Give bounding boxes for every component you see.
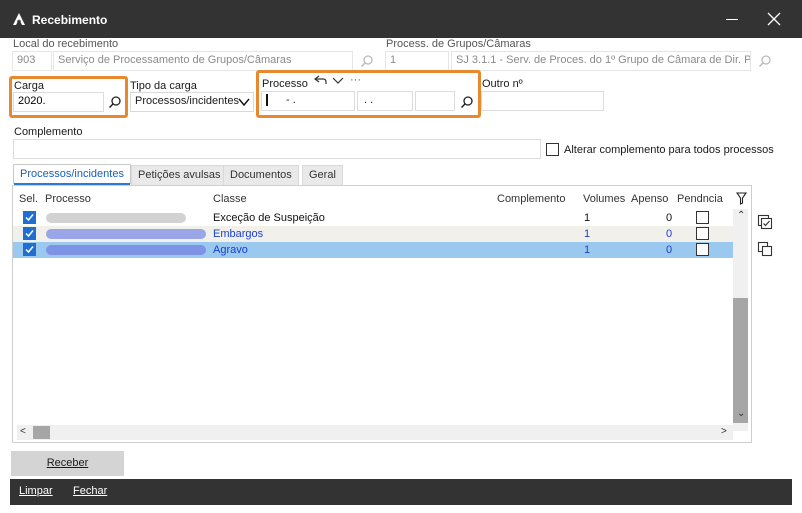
col-sel: Sel. (19, 193, 38, 205)
col-complemento: Complemento (497, 193, 566, 205)
col-classe: Classe (213, 193, 247, 205)
chevron-down-icon[interactable] (332, 76, 344, 85)
redacted-processo (46, 213, 186, 223)
outro-label: Outro nº (482, 78, 523, 90)
local-code-field[interactable]: 903 (12, 51, 52, 71)
complemento-input[interactable] (13, 139, 541, 159)
row-apenso: 0 (666, 212, 673, 224)
tipo-carga-value: Processos/incidentes (135, 95, 239, 107)
tab-documentos[interactable]: Documentos (223, 165, 299, 185)
grupo-code-field[interactable]: 1 (385, 51, 449, 71)
redacted-processo (46, 245, 206, 255)
tipo-carga-label: Tipo da carga (130, 80, 197, 92)
vertical-scroll-thumb[interactable] (733, 298, 748, 423)
row-classe: Exceção de Suspeição (213, 212, 325, 224)
row-apenso: 0 (666, 244, 673, 256)
carga-search-button[interactable] (106, 93, 124, 111)
tab-geral[interactable]: Geral (302, 165, 343, 185)
search-icon (108, 96, 121, 109)
search-icon (460, 96, 473, 109)
col-apenso: Apenso (631, 193, 669, 205)
scroll-left-icon[interactable]: < (20, 426, 26, 437)
window-title: Recebimento (32, 13, 108, 27)
receber-button[interactable]: Receber (11, 451, 124, 476)
minimize-button[interactable] (718, 6, 746, 32)
carga-label: Carga (14, 80, 44, 92)
row-apenso: 0 (666, 228, 673, 240)
row-volumes: 1 (584, 212, 591, 224)
grupo-name-field[interactable]: SJ 3.1.1 - Serv. de Proces. do 1º Grupo … (451, 51, 751, 71)
search-icon (758, 55, 771, 68)
row-pendencia-checkbox[interactable] (696, 211, 709, 224)
alterar-complemento-label: Alterar complemento para todos processos (564, 144, 774, 156)
copy-icon[interactable] (757, 241, 773, 257)
fechar-button[interactable]: Fechar (73, 485, 107, 497)
redacted-processo (46, 229, 206, 239)
title-bar: Recebimento (0, 0, 802, 38)
row-volumes: 1 (584, 228, 591, 240)
processo-origin-input[interactable]: . . (357, 91, 413, 111)
table-row-selected[interactable]: Agravo 1 0 (13, 242, 738, 258)
scroll-up-icon[interactable]: ⌃ (737, 210, 745, 221)
scroll-down-icon[interactable]: ⌄ (737, 408, 745, 419)
tipo-carga-select[interactable]: Processos/incidentes (130, 92, 254, 112)
tab-geral-label: Geral (309, 169, 336, 181)
row-select-checkbox[interactable] (23, 243, 36, 256)
filter-icon[interactable] (736, 192, 748, 205)
processo-extra-input[interactable] (415, 91, 455, 111)
row-pendencia-checkbox[interactable] (696, 227, 709, 240)
row-classe: Agravo (213, 244, 248, 256)
col-processo: Processo (45, 193, 91, 205)
limpar-button[interactable]: Limpar (19, 485, 53, 497)
local-name-field[interactable]: Serviço de Processamento de Grupos/Câmar… (53, 51, 353, 71)
tab-processos-label: Processos/incidentes (20, 168, 124, 180)
checkmark-icon (25, 246, 34, 254)
tab-peticoes-label: Petições avulsas (138, 169, 221, 181)
chevron-down-icon (238, 98, 250, 107)
tab-processos[interactable]: Processos/incidentes (13, 164, 131, 185)
close-icon (767, 12, 781, 26)
row-select-checkbox[interactable] (23, 227, 36, 240)
local-search-button[interactable] (358, 52, 376, 70)
search-icon (360, 55, 373, 68)
row-select-checkbox[interactable] (23, 211, 36, 224)
checkmark-icon (25, 214, 34, 222)
tab-documentos-label: Documentos (230, 169, 292, 181)
check-all-icon[interactable] (757, 214, 773, 230)
processo-part1: - . (286, 94, 296, 106)
table-row[interactable]: Embargos 1 0 (13, 226, 738, 242)
checkmark-icon (25, 230, 34, 238)
outro-input[interactable] (481, 91, 604, 111)
processo-label: Processo (262, 78, 308, 90)
row-volumes: 1 (584, 244, 591, 256)
row-classe: Embargos (213, 228, 264, 240)
app-logo-icon (13, 13, 25, 25)
grupo-label: Process. de Grupos/Câmaras (386, 38, 531, 50)
receber-label: Receber (46, 457, 89, 469)
col-pendencia: Pendncia (677, 193, 723, 205)
horizontal-scrollbar[interactable] (17, 425, 733, 440)
horizontal-scroll-thumb[interactable] (33, 426, 50, 439)
undo-arrow-icon[interactable] (314, 74, 328, 86)
bottom-action-bar: Limpar Fechar (10, 479, 792, 505)
tab-peticoes[interactable]: Petições avulsas (131, 165, 228, 185)
close-button[interactable] (760, 6, 788, 32)
processo-number-input[interactable]: - . (261, 91, 355, 111)
text-cursor (266, 94, 268, 107)
more-options-icon[interactable]: ··· (350, 74, 361, 86)
table-row[interactable]: Exceção de Suspeição 1 0 (13, 210, 738, 226)
scroll-right-icon[interactable]: > (721, 426, 727, 437)
alterar-complemento-checkbox[interactable] (546, 143, 559, 156)
carga-input[interactable]: 2020. (13, 92, 104, 112)
processo-search-button[interactable] (458, 93, 476, 111)
processos-grid: Sel. Processo Classe Complemento Volumes… (12, 185, 752, 443)
complemento-label: Complemento (14, 126, 83, 138)
row-pendencia-checkbox[interactable] (696, 243, 709, 256)
grupo-search-button[interactable] (756, 52, 774, 70)
local-label: Local do recebimento (13, 38, 119, 50)
col-volumes: Volumes (583, 193, 626, 205)
